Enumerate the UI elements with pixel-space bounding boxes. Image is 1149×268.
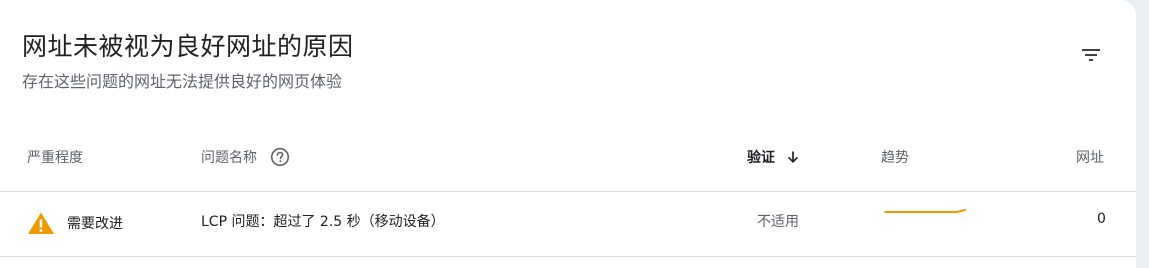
header-divider <box>0 191 1136 192</box>
row-severity-label: 需要改进 <box>67 216 123 232</box>
column-header-trend-label: 趋势 <box>881 150 909 166</box>
filter-button[interactable] <box>1071 35 1111 75</box>
help-circle-icon[interactable] <box>270 147 290 167</box>
column-header-validation[interactable]: 验证 <box>747 147 801 167</box>
column-header-severity-label: 严重程度 <box>27 150 83 166</box>
row-url-count: 0 <box>1097 211 1106 227</box>
column-header-issue-name-label: 问题名称 <box>201 150 257 166</box>
row-divider <box>0 256 1136 257</box>
card-subtitle: 存在这些问题的网址无法提供良好的网页体验 <box>22 72 343 91</box>
column-header-validation-label: 验证 <box>747 150 775 166</box>
column-header-trend[interactable]: 趋势 <box>881 147 909 167</box>
row-validation-status: 不适用 <box>757 214 799 230</box>
column-header-issue-name[interactable]: 问题名称 <box>201 147 290 167</box>
row-severity-cell[interactable]: 需要改进 <box>27 211 123 235</box>
card-title: 网址未被视为良好网址的原因 <box>22 32 354 61</box>
trend-sparkline <box>884 209 966 213</box>
column-header-urls[interactable]: 网址 <box>1076 147 1104 167</box>
row-issue-name[interactable]: LCP 问题：超过了 2.5 秒（移动设备） <box>201 211 445 231</box>
arrow-down-icon <box>785 149 801 165</box>
filter-list-icon <box>1082 49 1100 61</box>
warning-icon <box>27 211 55 235</box>
column-header-severity[interactable]: 严重程度 <box>27 147 83 167</box>
column-header-urls-label: 网址 <box>1076 150 1104 166</box>
issues-card: 网址未被视为良好网址的原因 存在这些问题的网址无法提供良好的网页体验 严重程度 … <box>0 0 1136 268</box>
